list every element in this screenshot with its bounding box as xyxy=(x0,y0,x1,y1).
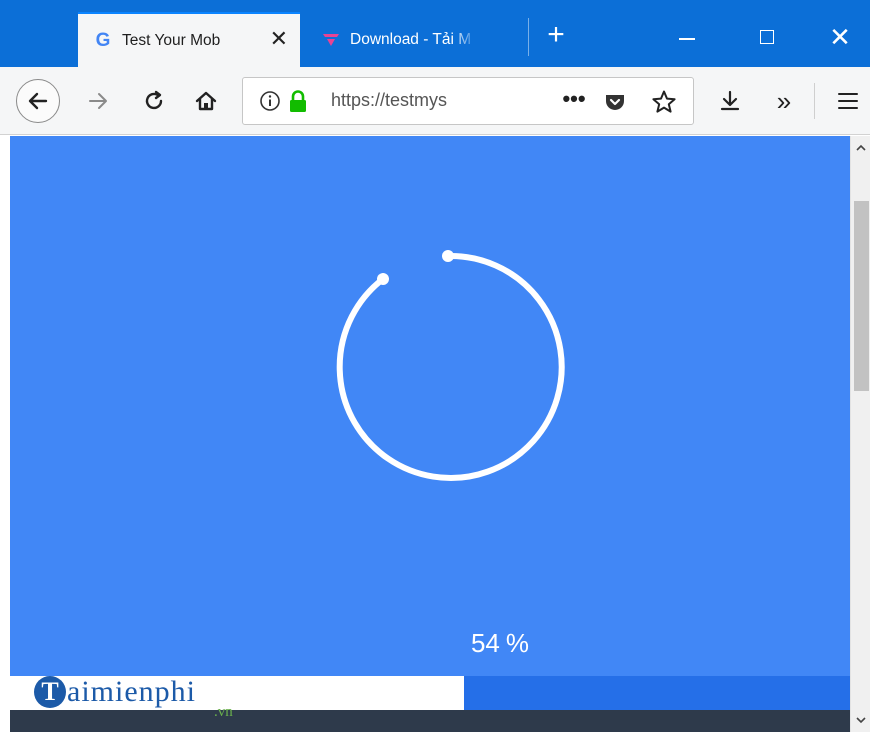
overflow-menu-button[interactable]: » xyxy=(766,81,802,121)
maximize-icon xyxy=(760,30,774,44)
forward-arrow-icon xyxy=(89,93,107,109)
url-text[interactable]: https://testmys xyxy=(331,90,511,111)
maximize-button[interactable] xyxy=(752,22,782,52)
info-icon[interactable] xyxy=(259,90,281,112)
home-button[interactable] xyxy=(188,81,224,121)
home-icon xyxy=(195,91,217,111)
minimize-button[interactable] xyxy=(672,22,702,52)
downloads-button[interactable] xyxy=(712,81,748,121)
ring-end-dot xyxy=(442,250,454,262)
hamburger-icon xyxy=(838,93,858,109)
download-icon xyxy=(720,90,740,111)
back-arrow-icon xyxy=(28,92,48,110)
watermark-brand: aimienphi xyxy=(67,675,196,708)
browser-window: G Test Your Mob ✕ Download - Tải M + ✕ h… xyxy=(0,0,870,732)
progress-unit: % xyxy=(505,628,530,658)
watermark-badge: T xyxy=(34,676,66,708)
navigation-toolbar: https://testmys ••• » xyxy=(0,67,870,135)
page-actions-button[interactable]: ••• xyxy=(557,88,591,114)
ring-start-dot xyxy=(377,273,389,285)
minimize-icon xyxy=(679,38,695,40)
scroll-up-arrow-icon[interactable] xyxy=(853,140,869,156)
tab-divider xyxy=(528,18,529,56)
toolbar-divider xyxy=(814,83,815,119)
speed-test-page: 54% T aimienphi .vn xyxy=(10,136,850,732)
progress-value: 54 xyxy=(470,628,500,658)
close-tab-icon[interactable]: ✕ xyxy=(270,28,288,50)
reload-button[interactable] xyxy=(136,81,172,121)
scrollbar-thumb[interactable] xyxy=(854,201,869,391)
tab-title: Download - Tải M xyxy=(350,30,472,48)
hamburger-menu-button[interactable] xyxy=(830,81,866,121)
lock-icon[interactable] xyxy=(288,89,308,113)
google-g-icon: G xyxy=(95,29,111,51)
window-close-button[interactable]: ✕ xyxy=(825,22,855,52)
bookmark-star-icon[interactable] xyxy=(651,89,677,115)
tab-test-your-mobile[interactable]: G Test Your Mob ✕ xyxy=(78,12,300,67)
pocket-icon[interactable] xyxy=(603,90,627,114)
url-bar[interactable]: https://testmys ••• xyxy=(242,77,694,125)
tab-download[interactable]: Download - Tải M xyxy=(306,12,528,67)
back-button[interactable] xyxy=(16,79,60,123)
progress-ring-arc xyxy=(336,252,565,481)
tab-bar: G Test Your Mob ✕ Download - Tải M + ✕ xyxy=(0,0,870,67)
vertical-scrollbar[interactable] xyxy=(850,136,870,732)
download-site-icon xyxy=(320,29,342,51)
loading-ring xyxy=(336,250,565,481)
progress-percent-label: 54% xyxy=(440,628,560,659)
new-tab-button[interactable]: + xyxy=(540,20,572,54)
tab-title: Test Your Mob xyxy=(122,31,221,49)
reload-icon xyxy=(145,90,163,110)
taimienphi-watermark: T aimienphi .vn xyxy=(34,674,233,724)
watermark-domain: .vn xyxy=(214,704,233,720)
scroll-down-arrow-icon[interactable] xyxy=(853,712,869,728)
forward-button[interactable] xyxy=(80,81,116,121)
